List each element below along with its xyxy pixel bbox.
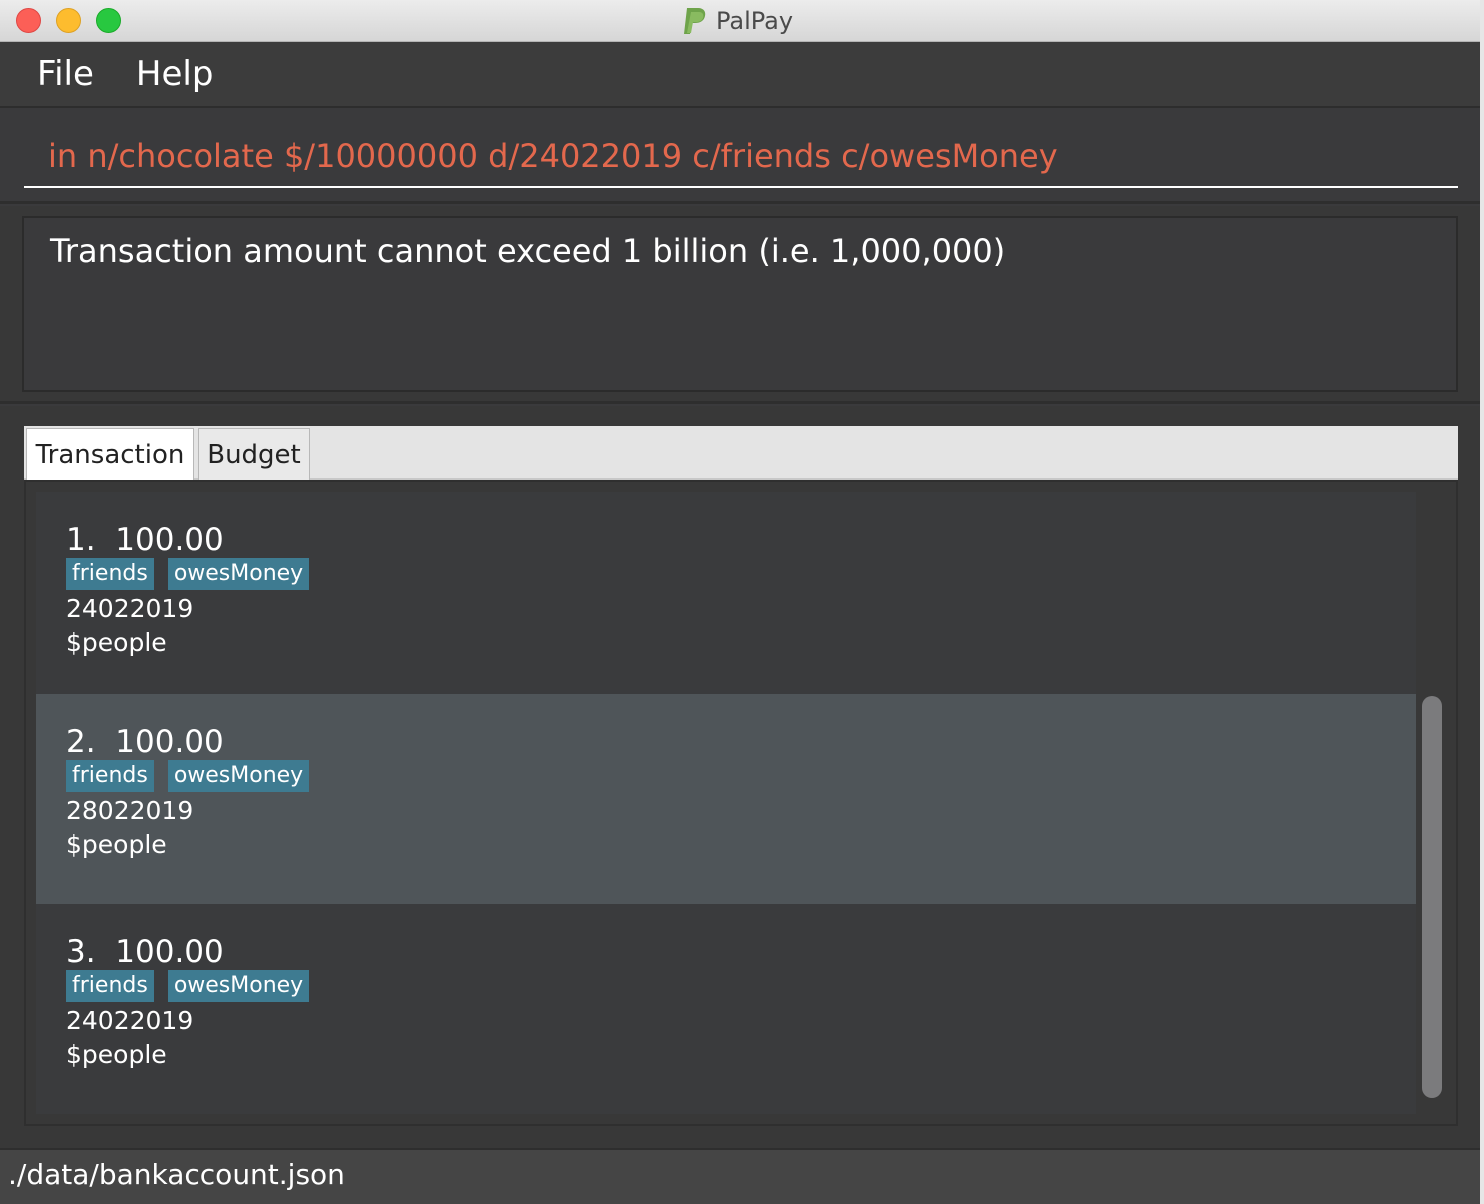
tab-bar: Transaction Budget: [24, 426, 1458, 480]
list-scrollbar[interactable]: [1422, 696, 1442, 1098]
result-message: Transaction amount cannot exceed 1 billi…: [50, 232, 1006, 270]
transaction-card-selected[interactable]: 2. 100.00 friends owesMoney 28022019 $pe…: [36, 694, 1416, 904]
transaction-description: $people: [66, 830, 167, 859]
data-file-path: ./data/bankaccount.json: [8, 1158, 345, 1191]
transaction-title: 2. 100.00: [66, 724, 224, 760]
transaction-date: 28022019: [66, 796, 194, 825]
window-title-text: PalPay: [716, 7, 794, 35]
close-window-button[interactable]: [16, 8, 41, 33]
transaction-list[interactable]: 1. 100.00 friends owesMoney 24022019 $pe…: [36, 492, 1416, 1116]
window-title: PalPay: [682, 4, 793, 38]
transaction-title: 3. 100.00: [66, 934, 224, 970]
app-window: PalPay File Help Transaction amount cann…: [0, 0, 1480, 1204]
tag-list: friends owesMoney: [66, 760, 310, 792]
tab-transaction[interactable]: Transaction: [26, 428, 194, 480]
transaction-description: $people: [66, 628, 167, 657]
tab-pane: Transaction Budget 1. 100.00 friends owe…: [0, 406, 1480, 1148]
tag-list: friends owesMoney: [66, 558, 310, 590]
transaction-description: $people: [66, 1040, 167, 1069]
result-display-panel: Transaction amount cannot exceed 1 billi…: [0, 206, 1480, 404]
menu-help[interactable]: Help: [136, 54, 214, 94]
menu-file[interactable]: File: [37, 54, 94, 94]
tag-badge: owesMoney: [167, 558, 310, 590]
desktop-edge: [1480, 0, 1484, 1204]
tag-badge: friends: [66, 970, 154, 1002]
transaction-date: 24022019: [66, 594, 194, 623]
tag-badge: friends: [66, 760, 154, 792]
paypal-logo-icon: [684, 8, 706, 34]
minimize-window-button[interactable]: [56, 8, 81, 33]
tag-badge: owesMoney: [167, 970, 310, 1002]
command-input[interactable]: [24, 126, 1458, 188]
status-bar: ./data/bankaccount.json: [0, 1148, 1480, 1204]
transaction-card[interactable]: 3. 100.00 friends owesMoney 24022019 $pe…: [36, 904, 1416, 1114]
transaction-card[interactable]: 1. 100.00 friends owesMoney 24022019 $pe…: [36, 492, 1416, 702]
transaction-date: 24022019: [66, 1006, 194, 1035]
result-display: Transaction amount cannot exceed 1 billi…: [22, 216, 1458, 392]
tab-budget[interactable]: Budget: [198, 428, 310, 480]
menu-bar: File Help: [0, 42, 1480, 108]
command-box: [0, 110, 1480, 204]
tag-badge: owesMoney: [167, 760, 310, 792]
transaction-list-panel: 1. 100.00 friends owesMoney 24022019 $pe…: [24, 480, 1458, 1126]
transaction-title: 1. 100.00: [66, 522, 224, 558]
maximize-window-button[interactable]: [96, 8, 121, 33]
tag-badge: friends: [66, 558, 154, 590]
tag-list: friends owesMoney: [66, 970, 310, 1002]
title-bar[interactable]: PalPay: [0, 0, 1480, 42]
